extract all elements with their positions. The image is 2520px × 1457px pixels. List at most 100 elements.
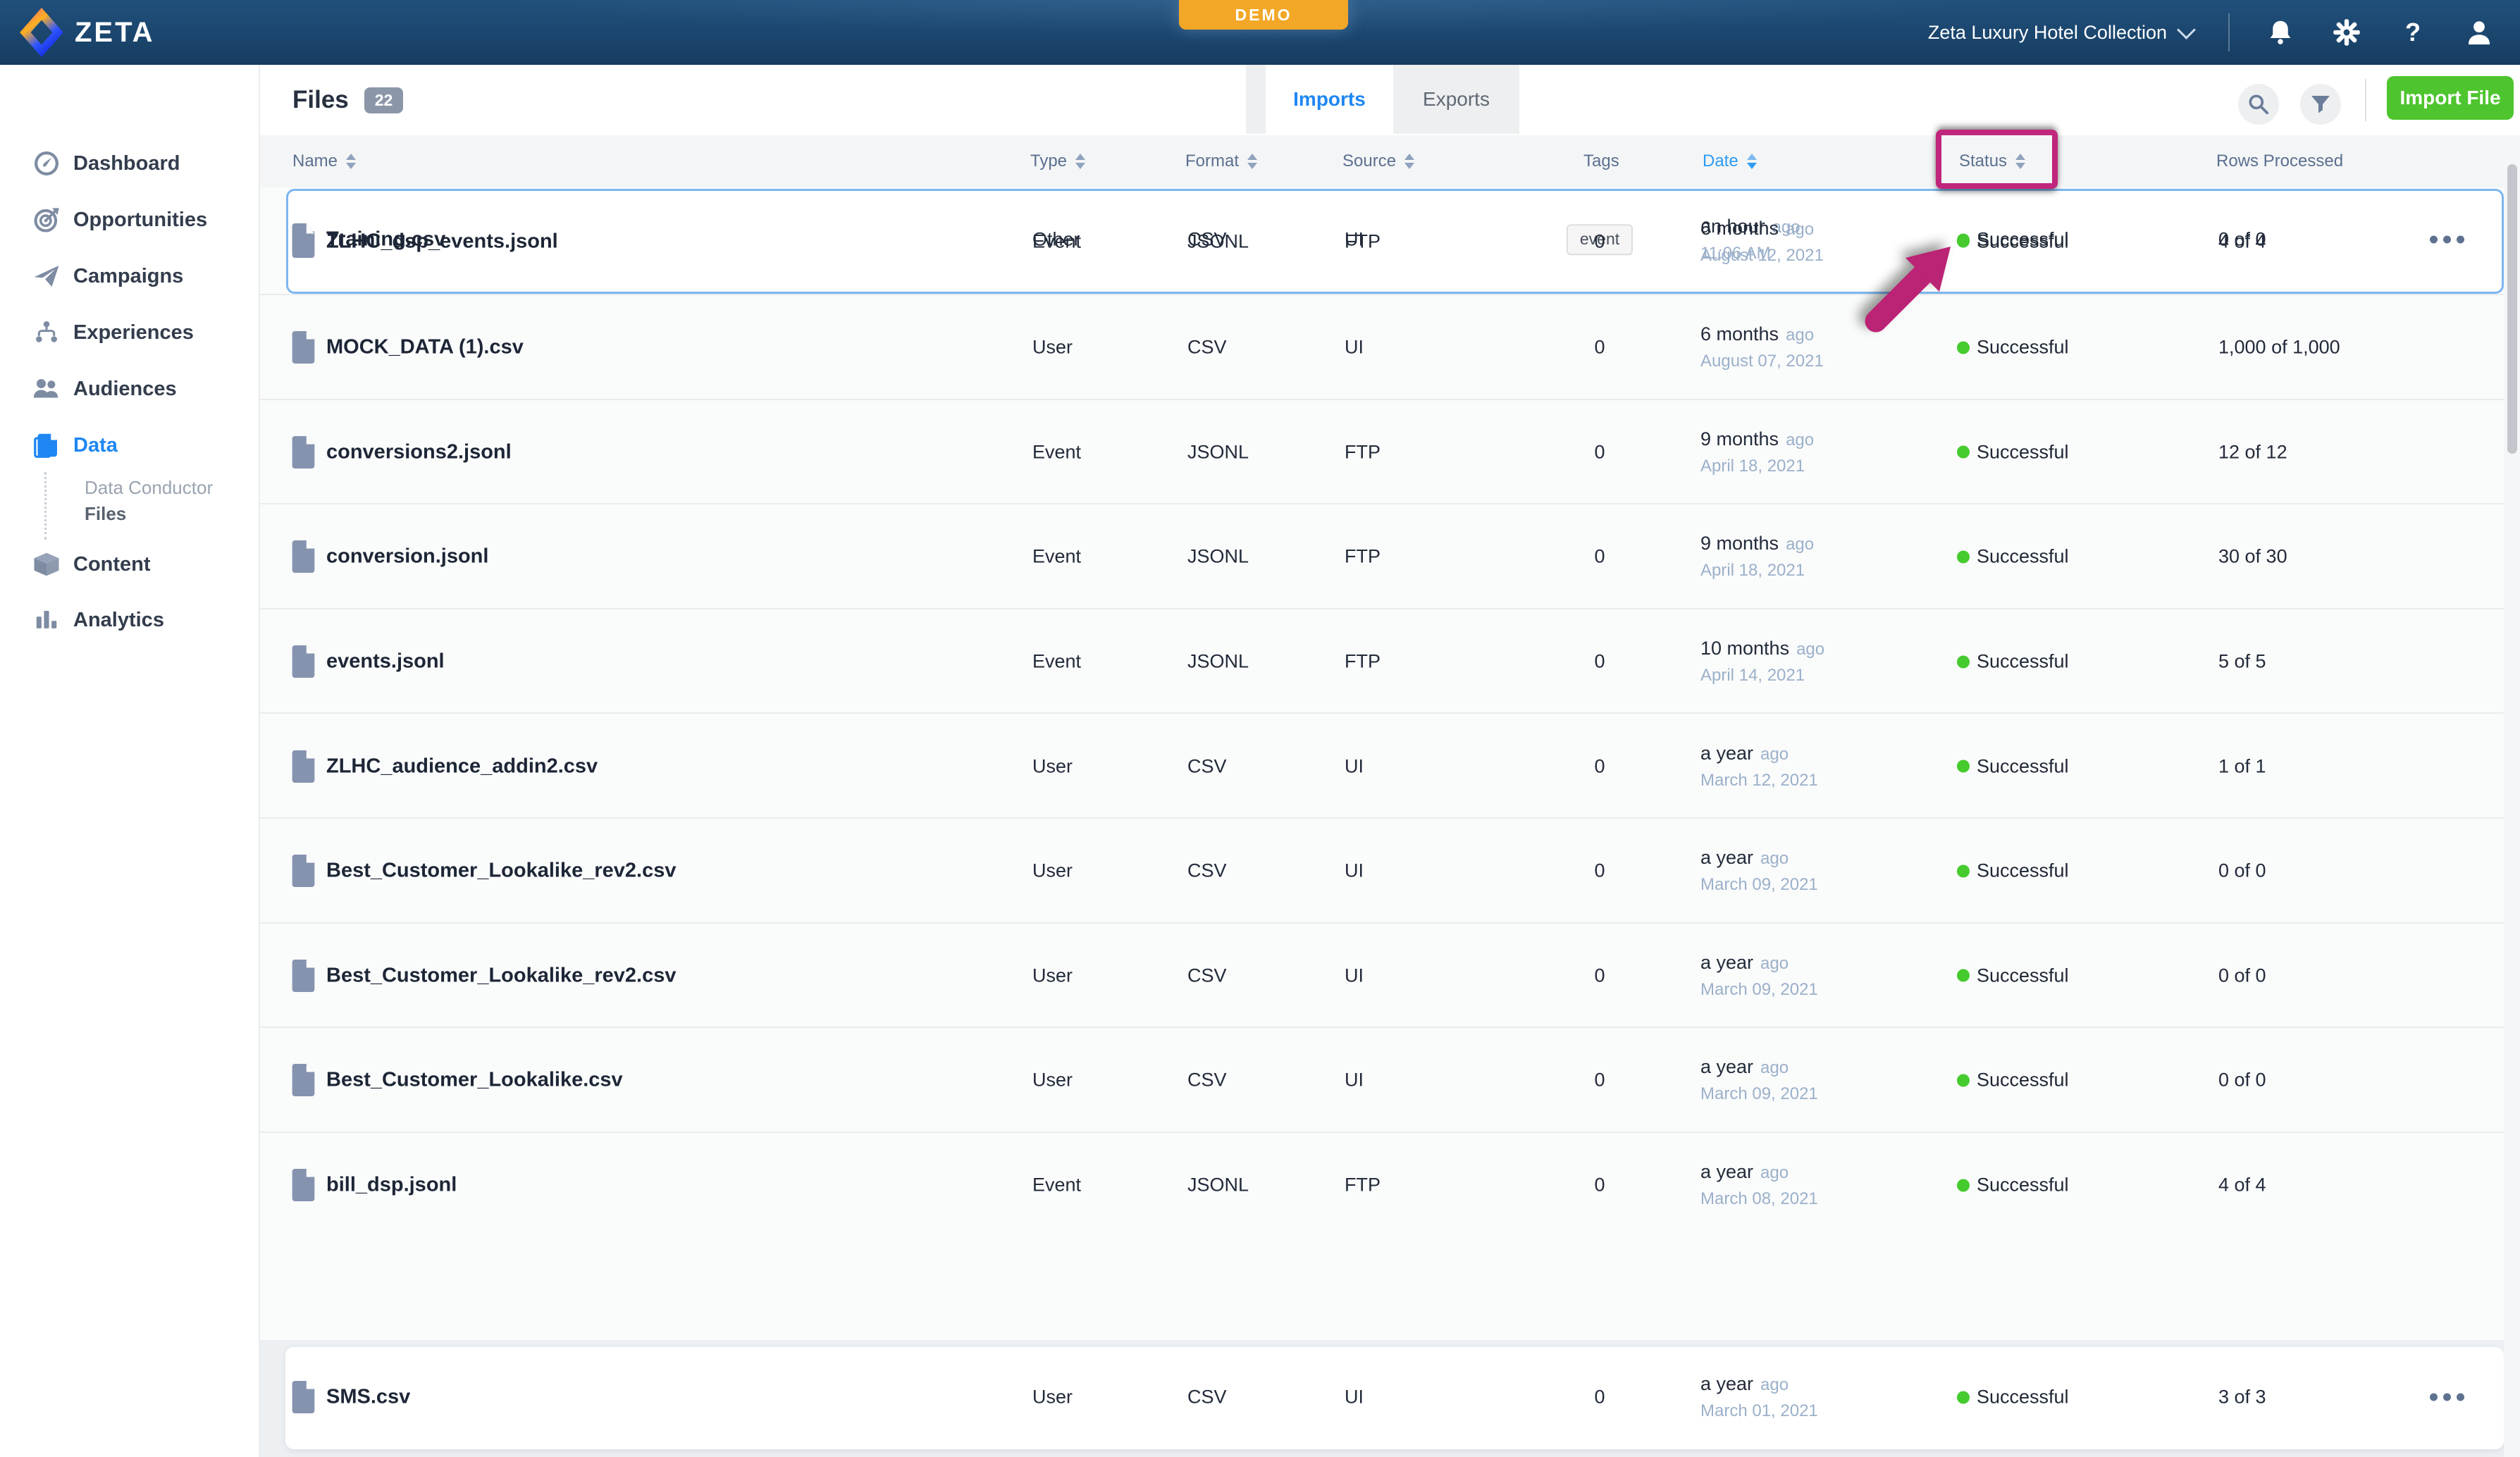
sidebar-item-dashboard[interactable]: Dashboard [0, 142, 259, 185]
sidebar-item-data[interactable]: Data [0, 424, 259, 466]
dashboard-icon [32, 149, 61, 178]
file-status: Successful [1957, 1070, 2069, 1091]
file-format: JSONL [1187, 1174, 1249, 1196]
column-header-type[interactable]: Type [1030, 135, 1085, 187]
table-row[interactable]: Best_Customer_Lookalike_rev2.csvUserCSVU… [259, 922, 2504, 1029]
table-header: Name Type Format Source Tags Date Status… [259, 135, 2520, 187]
files-count-badge: 22 [364, 87, 404, 113]
file-source: FTP [1345, 230, 1381, 252]
file-type: User [1032, 1070, 1073, 1091]
sort-icon [1247, 154, 1257, 169]
column-header-format[interactable]: Format [1185, 135, 1257, 187]
table-row[interactable]: events.jsonlEventJSONLFTP010 monthsagoAp… [259, 608, 2504, 714]
search-button[interactable] [2238, 84, 2279, 125]
filter-button[interactable] [2300, 84, 2341, 125]
file-format: CSV [1187, 965, 1227, 986]
notifications-button[interactable] [2265, 17, 2296, 48]
file-icon [290, 1063, 316, 1097]
status-dot-icon [1957, 550, 1970, 563]
file-source: FTP [1345, 651, 1381, 673]
file-date: a yearagoMarch 09, 2021 [1700, 847, 1818, 895]
column-header-rows-processed[interactable]: Rows Processed [2216, 135, 2343, 187]
sidebar-item-audiences[interactable]: Audiences [0, 368, 259, 410]
row-actions-button[interactable] [2411, 1394, 2482, 1401]
sort-icon [346, 154, 356, 169]
file-date: 6 monthsagoAugust 07, 2021 [1700, 323, 1824, 371]
status-dot-icon [1957, 864, 1970, 877]
table-row[interactable]: ZLHC_audience_addin2.csvUserCSVUI0a year… [259, 712, 2504, 819]
sidebar-item-campaigns[interactable]: Campaigns [0, 255, 259, 297]
file-name: Best_Customer_Lookalike_rev2.csv [326, 860, 676, 883]
tab-group-leading [1246, 65, 1266, 134]
table-row[interactable]: SMS.csvUserCSVUI0a yearagoMarch 01, 2021… [259, 1346, 2504, 1449]
file-tags: 0 [1550, 1387, 1649, 1408]
workflow-icon [32, 318, 61, 347]
sidebar-item-files[interactable]: Files [85, 498, 126, 529]
file-tags: 0 [1550, 860, 1649, 882]
sidebar-item-opportunities[interactable]: Opportunities [0, 199, 259, 241]
file-date: a yearagoMarch 09, 2021 [1700, 1056, 1818, 1104]
file-name: conversion.jsonl [326, 545, 488, 569]
file-tags: 0 [1550, 441, 1649, 463]
file-source: UI [1345, 1070, 1364, 1091]
table-row[interactable]: MOCK_DATA (1).csvUserCSVUI06 monthsagoAu… [259, 294, 2504, 400]
column-header-source[interactable]: Source [1342, 135, 1414, 187]
cube-icon [32, 550, 61, 578]
file-date: a yearagoMarch 01, 2021 [1700, 1373, 1818, 1421]
settings-button[interactable] [2331, 17, 2362, 48]
bell-icon [2266, 18, 2294, 46]
scrollbar-thumb[interactable] [2507, 164, 2517, 454]
file-name: ZLHC_dsp_events.jsonl [326, 230, 558, 253]
sidebar-item-experiences[interactable]: Experiences [0, 311, 259, 354]
import-file-button[interactable]: Import File [2387, 76, 2514, 120]
chevron-down-icon [2177, 20, 2196, 39]
file-source: UI [1345, 1387, 1364, 1408]
status-dot-icon [1957, 446, 1970, 459]
file-status: Successful [1957, 546, 2069, 568]
help-button[interactable]: ? [2397, 17, 2428, 48]
file-name: conversions2.jsonl [326, 440, 512, 464]
tab-imports[interactable]: Imports [1266, 65, 1393, 134]
file-icon [290, 435, 316, 469]
sort-icon [1075, 154, 1085, 169]
file-status: Successful [1957, 651, 2069, 673]
tab-exports[interactable]: Exports [1393, 65, 1519, 134]
demo-badge: DEMO [1179, 0, 1348, 30]
column-header-tags[interactable]: Tags [1583, 135, 1619, 187]
rows-processed: 0 of 0 [2218, 1070, 2266, 1091]
rows-processed: 12 of 12 [2218, 441, 2287, 463]
file-format: JSONL [1187, 546, 1249, 568]
table-row[interactable]: Best_Customer_Lookalike.csvUserCSVUI0a y… [259, 1027, 2504, 1133]
gear-icon [2333, 18, 2361, 46]
bar-chart-icon [32, 606, 61, 634]
file-tags: 0 [1550, 755, 1649, 777]
user-menu-button[interactable] [2464, 17, 2495, 48]
status-dot-icon [1957, 1179, 1970, 1191]
file-type: Event [1032, 651, 1081, 673]
subnav-connector [44, 472, 47, 540]
brand-name: ZETA [75, 7, 154, 58]
account-switcher[interactable]: Zeta Luxury Hotel Collection [1928, 22, 2193, 44]
scrollbar-track[interactable] [2504, 135, 2520, 1457]
table-row[interactable]: conversions2.jsonlEventJSONLFTP09 months… [259, 399, 2504, 505]
file-icon [290, 330, 316, 364]
table-row[interactable]: ZLHC_dsp_events.jsonlEventJSONLFTP06 mon… [259, 189, 2504, 294]
file-icon [290, 1380, 316, 1414]
nav-right-group: Zeta Luxury Hotel Collection [1928, 0, 2495, 65]
table-row[interactable]: conversion.jsonlEventJSONLFTP09 monthsag… [259, 503, 2504, 609]
status-dot-icon [1957, 760, 1970, 773]
status-dot-icon [1957, 1074, 1970, 1086]
page-title: Files [292, 86, 349, 114]
table-body: Training.csvOtherCSVUIeventan hourago11:… [259, 187, 2520, 1457]
column-header-date[interactable]: Date [1703, 135, 1757, 187]
table-row[interactable]: Best_Customer_Lookalike_rev2.csvUserCSVU… [259, 817, 2504, 924]
zeta-logo[interactable]: ZETA [20, 7, 154, 58]
tab-group: Imports Exports [1246, 65, 1519, 134]
file-source: UI [1345, 860, 1364, 882]
rows-processed: 3 of 3 [2218, 1387, 2266, 1408]
sidebar-item-analytics[interactable]: Analytics [0, 599, 259, 641]
column-header-name[interactable]: Name [292, 135, 356, 187]
table-row[interactable]: bill_dsp.jsonlEventJSONLFTP0a yearagoMar… [259, 1132, 2504, 1238]
sidebar-item-content[interactable]: Content [0, 543, 259, 585]
file-icon [290, 225, 316, 259]
